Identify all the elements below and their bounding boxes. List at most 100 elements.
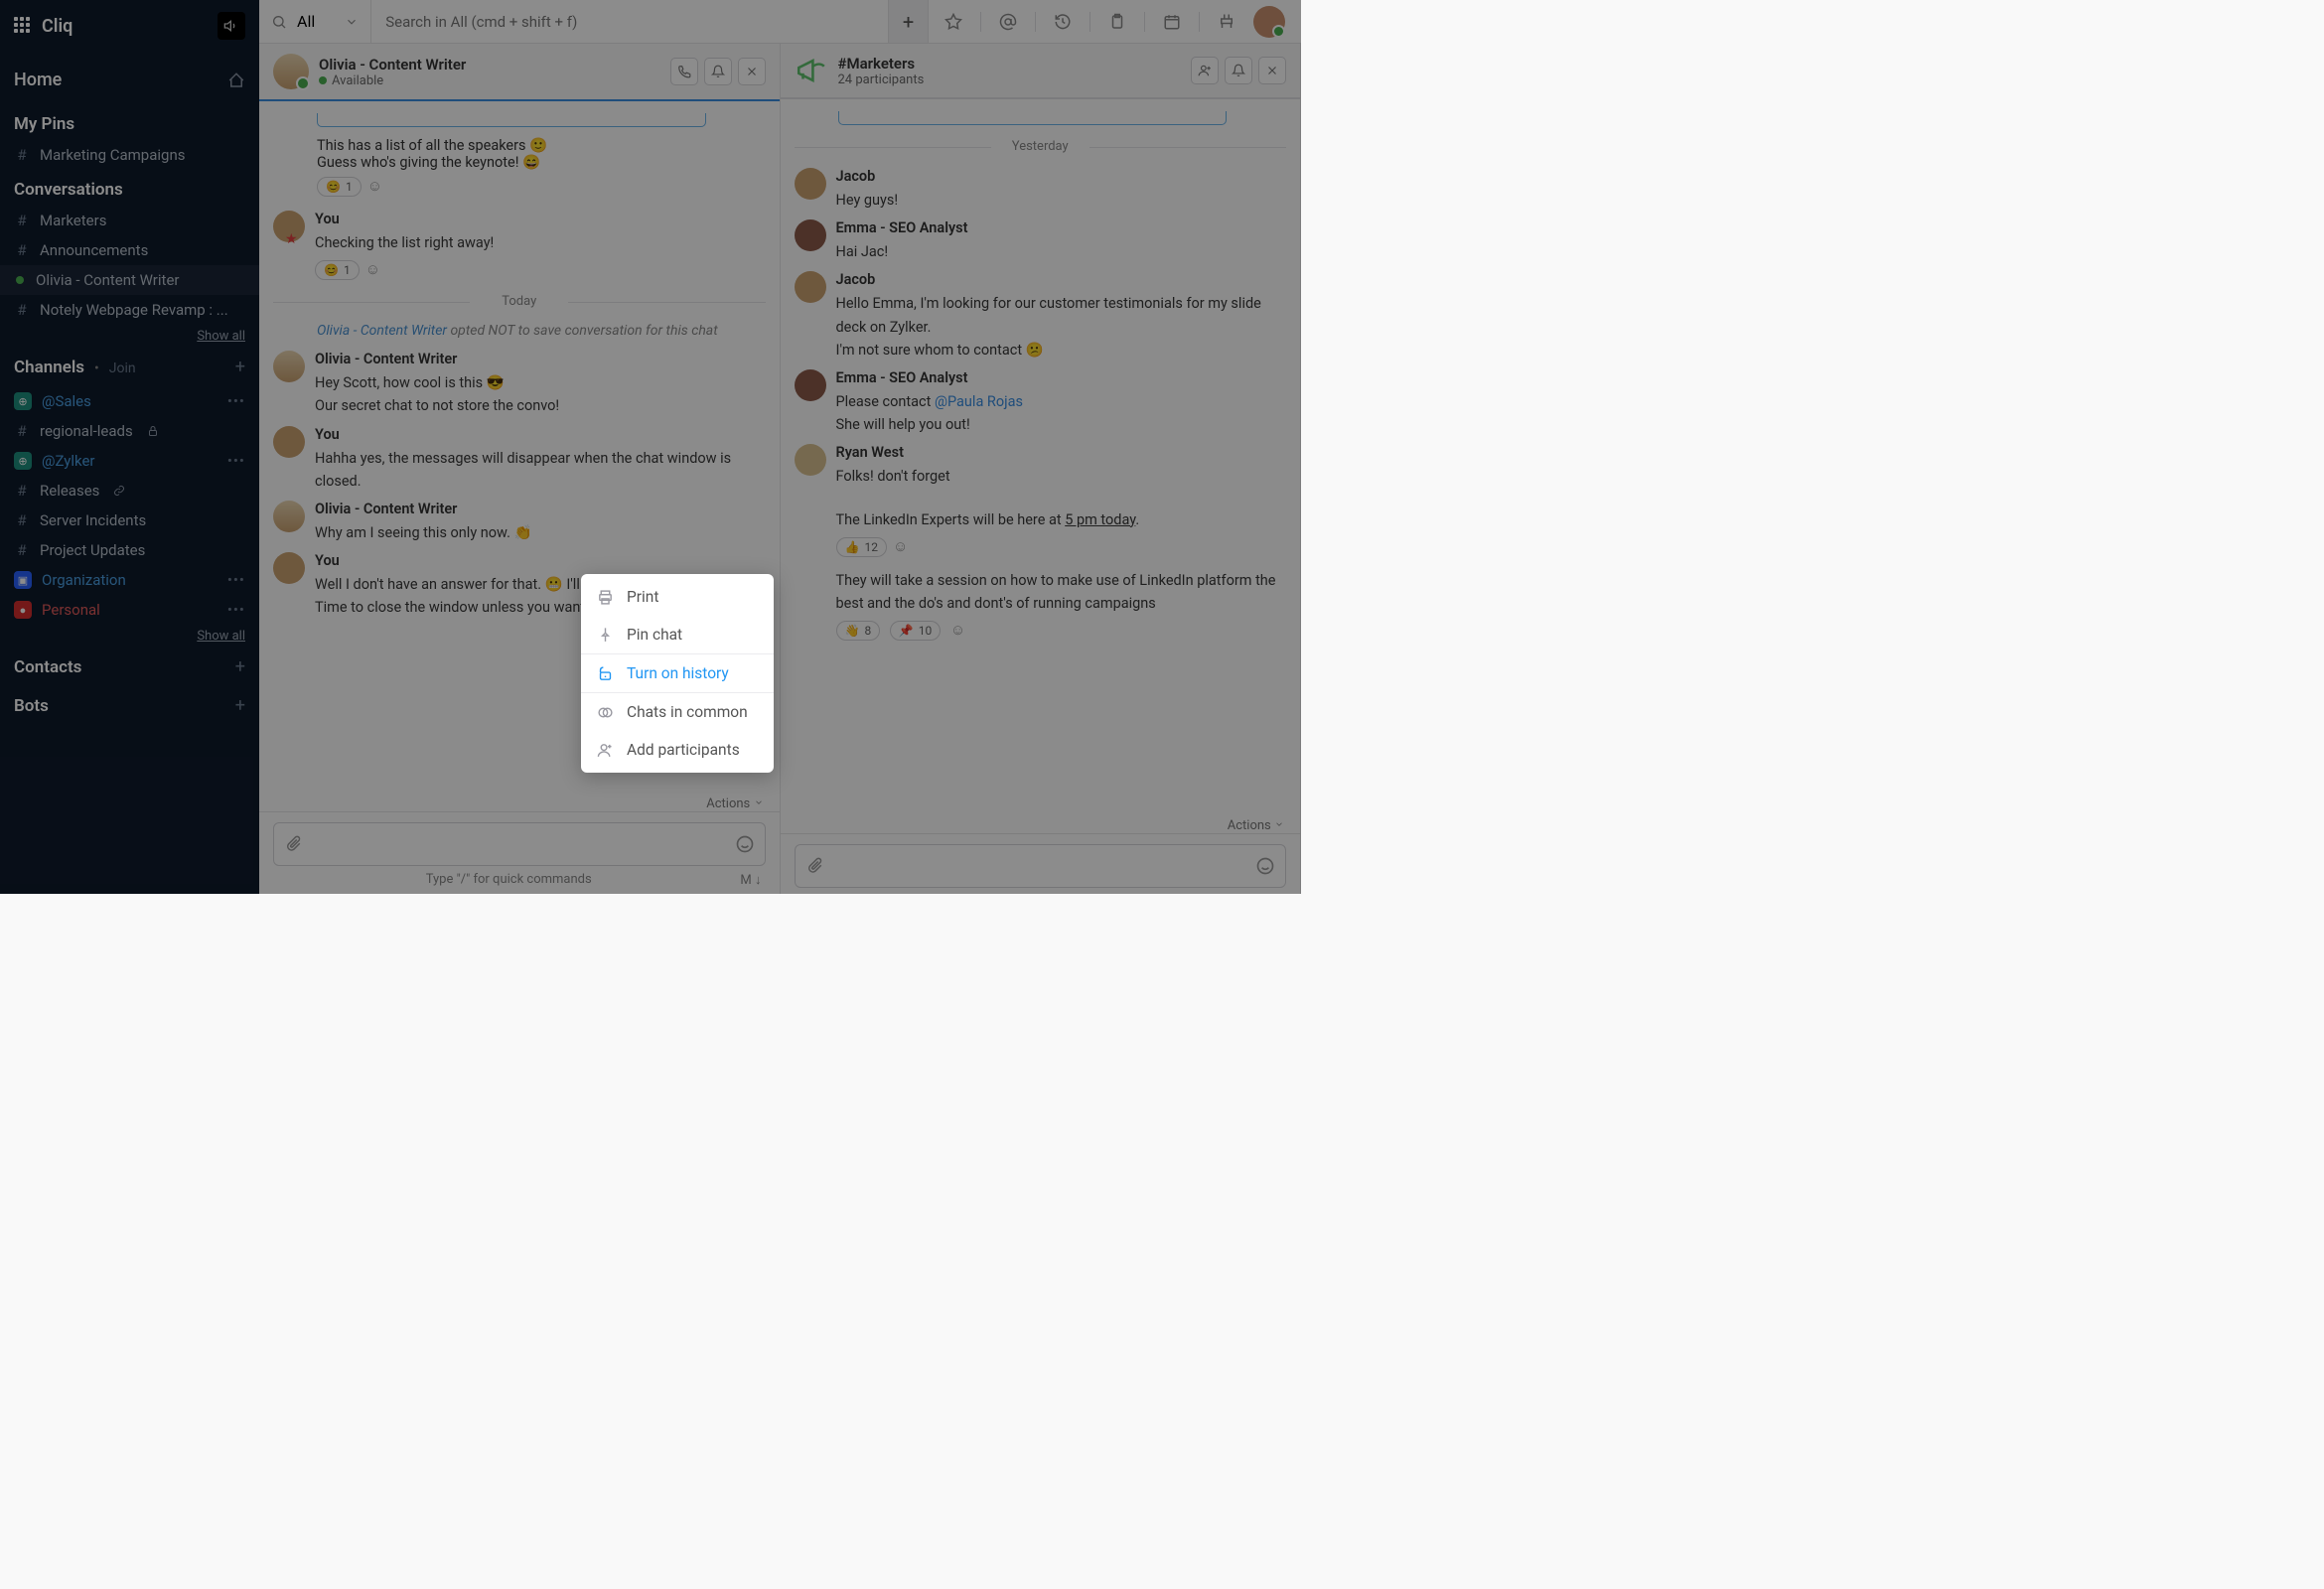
attachment-preview[interactable] <box>838 111 1228 125</box>
nav-home-label: Home <box>14 70 62 90</box>
convo-label: Notely Webpage Revamp : ... <box>40 301 228 319</box>
convo-label: Olivia - Content Writer <box>36 271 179 289</box>
nav-home[interactable]: Home <box>0 52 259 104</box>
message-text: Hey Scott, how cool is this 😎 <box>315 371 766 394</box>
avatar <box>273 501 305 532</box>
channel-label: Organization <box>42 571 126 589</box>
message-input[interactable] <box>273 822 766 866</box>
chevron-down-icon <box>345 15 359 29</box>
channel-item[interactable]: #Server Incidents <box>0 506 259 535</box>
channel-item[interactable]: ⊕@Sales••• <box>0 386 259 416</box>
close-button[interactable] <box>738 58 766 85</box>
channel-label: @Sales <box>42 392 91 410</box>
ctx-label: Print <box>627 588 658 606</box>
menu-icon[interactable]: ••• <box>227 571 245 589</box>
message-text: The LinkedIn Experts will be here at 5 p… <box>836 508 1287 531</box>
link-icon <box>113 485 125 497</box>
ctx-common[interactable]: Chats in common <box>581 693 774 731</box>
ctx-pin[interactable]: Pin chat <box>581 616 774 653</box>
channels-header: Channels <box>14 358 84 377</box>
add-reaction-icon[interactable]: ☺ <box>893 537 908 555</box>
attach-icon[interactable] <box>284 835 302 853</box>
convo-item[interactable]: #Announcements <box>0 235 259 265</box>
convo-item-active[interactable]: Olivia - Content Writer <box>0 265 259 295</box>
notifications-button[interactable] <box>704 58 732 85</box>
contacts-header: Contacts <box>14 657 81 677</box>
channel-item[interactable]: #Project Updates <box>0 535 259 565</box>
contacts-header-row[interactable]: Contacts + <box>0 648 259 686</box>
channel-item[interactable]: ●Personal••• <box>0 595 259 625</box>
actions-dropdown[interactable]: Actions <box>259 793 780 811</box>
add-participant-button[interactable] <box>1191 57 1219 84</box>
channel-item[interactable]: #regional-leads <box>0 416 259 446</box>
close-button[interactable] <box>1258 57 1286 84</box>
history-icon[interactable] <box>1054 13 1072 31</box>
channel-item[interactable]: #Releases <box>0 476 259 506</box>
channel-item[interactable]: ⊕@Zylker••• <box>0 446 259 476</box>
attach-icon[interactable] <box>805 857 823 875</box>
common-icon <box>597 704 615 721</box>
message-text: Hello Emma, I'm looking for our customer… <box>836 292 1287 338</box>
emoji-icon[interactable] <box>735 834 755 854</box>
bots-header-row[interactable]: Bots+ <box>0 686 259 725</box>
actions-dropdown[interactable]: Actions <box>781 814 1301 833</box>
mention[interactable]: @Paula Rojas <box>935 393 1023 410</box>
add-bot-icon[interactable]: + <box>235 695 245 716</box>
reaction[interactable]: 👍 12 <box>836 537 887 557</box>
new-chat-button[interactable]: + <box>889 0 929 43</box>
reaction[interactable]: 👋 8 <box>836 621 881 641</box>
history-icon <box>597 665 615 682</box>
chat-status: Available <box>332 73 383 88</box>
menu-icon[interactable]: ••• <box>227 601 245 619</box>
channel-label: Releases <box>40 482 99 500</box>
presence-dot <box>16 276 24 284</box>
menu-icon[interactable]: ••• <box>227 392 245 410</box>
add-contact-icon[interactable]: + <box>235 656 245 677</box>
date-divider: Today <box>273 294 766 309</box>
call-button[interactable] <box>670 58 698 85</box>
plugin-icon[interactable] <box>1218 13 1235 31</box>
message-text: Hai Jac! <box>836 240 1287 263</box>
show-all-link[interactable]: Show all <box>0 325 259 348</box>
reaction[interactable]: 😊1 <box>315 260 360 280</box>
mute-icon[interactable] <box>218 12 245 40</box>
add-person-icon <box>597 742 615 759</box>
calendar-icon[interactable] <box>1163 13 1181 31</box>
message-input[interactable] <box>795 844 1287 888</box>
reaction[interactable]: 📌 10 <box>890 621 941 641</box>
convo-item[interactable]: #Notely Webpage Revamp : ... <box>0 295 259 325</box>
show-all-link[interactable]: Show all <box>0 625 259 648</box>
mentions-icon[interactable] <box>999 13 1017 31</box>
search-input[interactable]: Search in All (cmd + shift + f) <box>371 0 889 43</box>
profile-avatar[interactable] <box>1253 6 1285 38</box>
ctx-add[interactable]: Add participants <box>581 731 774 769</box>
add-reaction-icon[interactable]: ☺ <box>367 177 382 195</box>
convo-item[interactable]: #Marketers <box>0 206 259 235</box>
ctx-print[interactable]: Print <box>581 578 774 616</box>
star-icon[interactable] <box>944 13 962 31</box>
channel-item[interactable]: ▣Organization••• <box>0 565 259 595</box>
search-scope[interactable]: All <box>259 0 371 43</box>
avatar <box>273 426 305 458</box>
app-launcher-icon[interactable] <box>14 17 32 35</box>
avatar[interactable] <box>273 54 309 89</box>
message-text: Folks! don't forget <box>836 465 1287 488</box>
ctx-history[interactable]: Turn on history <box>581 653 774 693</box>
reaction[interactable]: 😊 1 <box>317 177 362 197</box>
join-link[interactable]: Join <box>109 361 136 376</box>
add-channel-icon[interactable]: + <box>235 357 245 377</box>
menu-icon[interactable]: ••• <box>227 452 245 470</box>
lock-icon <box>147 425 159 437</box>
compose-mode[interactable]: M ↓ <box>740 872 761 888</box>
message-text: They will take a session on how to make … <box>836 569 1287 615</box>
home-icon <box>227 72 245 89</box>
channel-label: Personal <box>42 601 100 619</box>
attachment-preview[interactable] <box>317 113 706 127</box>
pin-item[interactable]: #Marketing Campaigns <box>0 140 259 170</box>
channel-label: Project Updates <box>40 541 145 559</box>
add-reaction-icon[interactable]: ☺ <box>950 621 965 639</box>
emoji-icon[interactable] <box>1255 856 1275 876</box>
add-reaction-icon[interactable]: ☺ <box>365 260 380 278</box>
clipboard-icon[interactable] <box>1108 13 1126 31</box>
notifications-button[interactable] <box>1225 57 1252 84</box>
